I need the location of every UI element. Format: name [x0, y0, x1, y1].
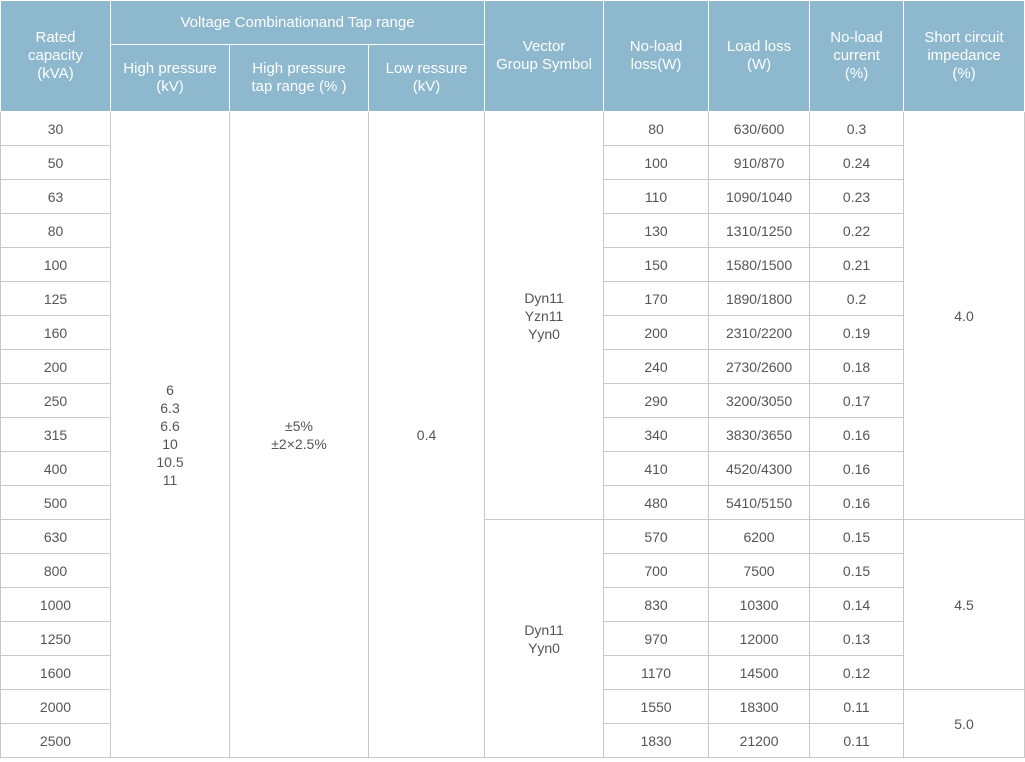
load-loss-cell: 5410/5150: [708, 485, 811, 520]
rated-capacity-cell: 315: [0, 417, 111, 452]
rated-capacity-cell: 500: [0, 485, 111, 520]
no-load-current-cell: 0.24: [809, 145, 905, 180]
no-load-current-cell: 0.23: [809, 179, 905, 214]
rated-capacity-cell: 2500: [0, 723, 111, 758]
vector-group-cell: Dyn11 Yzn11 Yyn0: [484, 111, 605, 520]
no-load-loss-cell: 830: [603, 587, 710, 622]
header-high-pressure-tap: High pressure tap range (% ): [229, 44, 369, 112]
no-load-loss-cell: 570: [603, 519, 710, 554]
no-load-current-cell: 0.15: [809, 553, 905, 588]
load-loss-cell: 3200/3050: [708, 383, 811, 418]
no-load-current-cell: 0.11: [809, 723, 905, 758]
no-load-current-cell: 0.16: [809, 451, 905, 486]
load-loss-cell: 1890/1800: [708, 281, 811, 316]
rated-capacity-cell: 50: [0, 145, 111, 180]
no-load-current-cell: 0.18: [809, 349, 905, 384]
rated-capacity-cell: 800: [0, 553, 111, 588]
no-load-current-cell: 0.14: [809, 587, 905, 622]
no-load-current-cell: 0.3: [809, 111, 905, 146]
no-load-loss-cell: 410: [603, 451, 710, 486]
header-no-load-current: No-load current (%): [809, 0, 905, 112]
no-load-loss-cell: 100: [603, 145, 710, 180]
tap-range-cell: ±5% ±2×2.5%: [229, 111, 369, 758]
transformer-spec-table: Rated capacity (kVA) Voltage Combination…: [0, 0, 1025, 758]
load-loss-cell: 12000: [708, 621, 811, 656]
load-loss-cell: 6200: [708, 519, 811, 554]
load-loss-cell: 1090/1040: [708, 179, 811, 214]
no-load-loss-cell: 110: [603, 179, 710, 214]
no-load-current-cell: 0.22: [809, 213, 905, 248]
no-load-current-cell: 0.17: [809, 383, 905, 418]
header-low-pressure: Low ressure (kV): [367, 44, 486, 112]
impedance-cell: 5.0: [903, 689, 1025, 758]
no-load-loss-cell: 170: [603, 281, 710, 316]
header-high-pressure: High pressure (kV): [110, 44, 230, 112]
rated-capacity-cell: 100: [0, 247, 111, 282]
header-rated-capacity: Rated capacity (kVA): [0, 0, 111, 112]
no-load-loss-cell: 480: [603, 485, 710, 520]
no-load-current-cell: 0.21: [809, 247, 905, 282]
no-load-loss-cell: 970: [603, 621, 710, 656]
no-load-loss-cell: 150: [603, 247, 710, 282]
header-short-circuit-impedance: Short circuit impedance (%): [903, 0, 1025, 112]
low-pressure-cell: 0.4: [367, 111, 486, 758]
table-row: 30 6 6.3 6.6 10 10.5 11 ±5% ±2×2.5% 0.4 Dyn1…: [0, 111, 1025, 758]
no-load-current-cell: 0.11: [809, 689, 905, 724]
vector-group-cell: Dyn11 Yyn0: [484, 519, 605, 758]
rated-capacity-cell: 400: [0, 451, 111, 486]
load-loss-cell: 1580/1500: [708, 247, 811, 282]
no-load-current-cell: 0.16: [809, 417, 905, 452]
high-pressure-cell: 6 6.3 6.6 10 10.5 11: [110, 111, 230, 758]
no-load-loss-cell: 200: [603, 315, 710, 350]
no-load-current-cell: 0.13: [809, 621, 905, 656]
load-loss-cell: 910/870: [708, 145, 811, 180]
load-loss-cell: 3830/3650: [708, 417, 811, 452]
load-loss-cell: 18300: [708, 689, 811, 724]
rated-capacity-cell: 30: [0, 111, 111, 146]
load-loss-cell: 21200: [708, 723, 811, 758]
rated-capacity-cell: 1250: [0, 621, 111, 656]
load-loss-cell: 4520/4300: [708, 451, 811, 486]
rated-capacity-cell: 630: [0, 519, 111, 554]
no-load-current-cell: 0.19: [809, 315, 905, 350]
rated-capacity-cell: 80: [0, 213, 111, 248]
no-load-loss-cell: 290: [603, 383, 710, 418]
no-load-loss-cell: 1170: [603, 655, 710, 690]
no-load-current-cell: 0.12: [809, 655, 905, 690]
rated-capacity-cell: 1600: [0, 655, 111, 690]
no-load-loss-cell: 130: [603, 213, 710, 248]
rated-capacity-cell: 63: [0, 179, 111, 214]
load-loss-cell: 2310/2200: [708, 315, 811, 350]
load-loss-cell: 1310/1250: [708, 213, 811, 248]
header-vector-group: Vector Group Symbol: [484, 0, 605, 112]
rated-capacity-cell: 2000: [0, 689, 111, 724]
no-load-loss-cell: 240: [603, 349, 710, 384]
load-loss-cell: 14500: [708, 655, 811, 690]
rated-capacity-cell: 125: [0, 281, 111, 316]
impedance-cell: 4.5: [903, 519, 1025, 690]
no-load-loss-cell: 1830: [603, 723, 710, 758]
no-load-current-cell: 0.15: [809, 519, 905, 554]
no-load-loss-cell: 340: [603, 417, 710, 452]
rated-capacity-cell: 1000: [0, 587, 111, 622]
header-no-load-loss: No-load loss(W): [603, 0, 710, 112]
table-body: 30 6 6.3 6.6 10 10.5 11 ±5% ±2×2.5% 0.4 Dyn1…: [0, 111, 1025, 758]
no-load-loss-cell: 80: [603, 111, 710, 146]
load-loss-cell: 2730/2600: [708, 349, 811, 384]
rated-capacity-cell: 160: [0, 315, 111, 350]
rated-capacity-cell: 250: [0, 383, 111, 418]
rated-capacity-cell: 200: [0, 349, 111, 384]
no-load-current-cell: 0.2: [809, 281, 905, 316]
header-load-loss: Load loss (W): [708, 0, 811, 112]
no-load-loss-cell: 1550: [603, 689, 710, 724]
load-loss-cell: 630/600: [708, 111, 811, 146]
load-loss-cell: 7500: [708, 553, 811, 588]
no-load-loss-cell: 700: [603, 553, 710, 588]
load-loss-cell: 10300: [708, 587, 811, 622]
header-voltage-group: Voltage Combinationand Tap range: [109, 0, 486, 45]
no-load-current-cell: 0.16: [809, 485, 905, 520]
impedance-cell: 4.0: [903, 111, 1025, 520]
